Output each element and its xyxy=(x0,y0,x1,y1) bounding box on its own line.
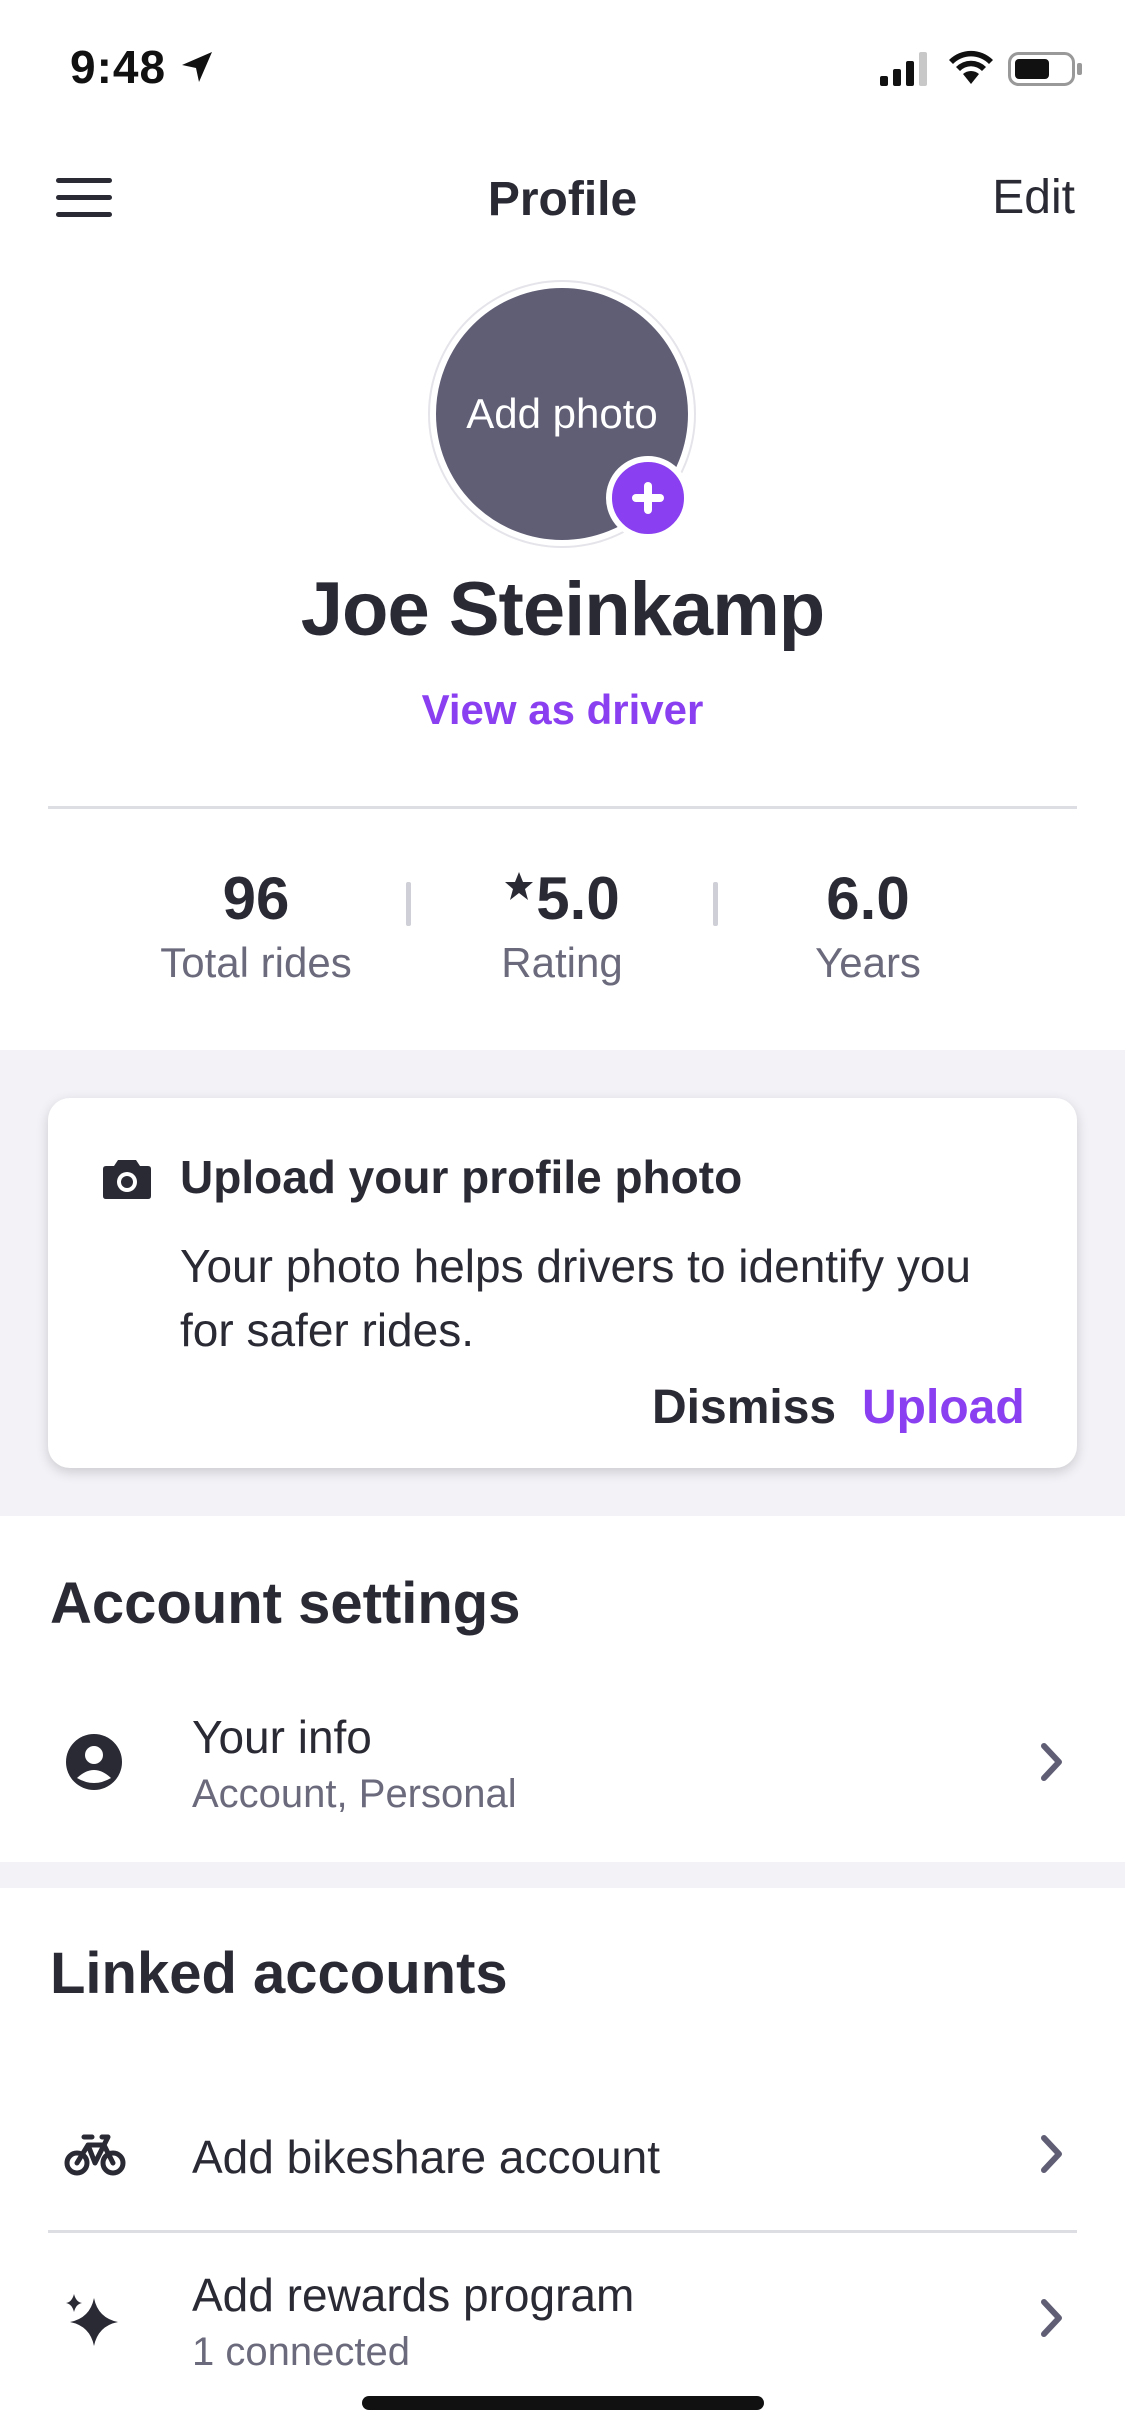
chevron-right-icon xyxy=(1041,1743,1062,1781)
view-as-driver-link[interactable]: View as driver xyxy=(0,686,1125,734)
row-title: Add rewards program xyxy=(192,2269,635,2321)
dismiss-button[interactable]: Dismiss xyxy=(652,1380,836,1435)
rating-value: 5.0 xyxy=(536,865,620,932)
stat-years: 6.0 Years xyxy=(708,864,1028,987)
chevron-right-icon xyxy=(1041,2135,1062,2173)
user-name: Joe Steinkamp xyxy=(300,567,825,652)
upload-button[interactable]: Upload xyxy=(862,1380,1025,1435)
add-photo-plus-button[interactable] xyxy=(606,456,690,540)
location-arrow-icon xyxy=(182,52,212,82)
stat-value: 6.0 xyxy=(826,865,910,932)
plus-icon xyxy=(632,482,664,514)
section-title-linked-accounts: Linked accounts xyxy=(50,1941,508,2006)
upload-photo-card: Upload your profile photo Your photo hel… xyxy=(48,1098,1077,1468)
chevron-right-icon xyxy=(1041,2299,1062,2337)
star-icon xyxy=(505,872,534,900)
stat-total-rides: 96 Total rides xyxy=(96,864,416,987)
edit-button[interactable]: Edit xyxy=(992,170,1075,225)
cellular-signal-icon xyxy=(880,52,927,86)
section-separator xyxy=(0,1862,1125,1888)
stat-rating: 5.0 Rating xyxy=(402,864,722,987)
nav-bar: Profile Edit xyxy=(0,150,1125,250)
sparkle-icon xyxy=(66,2294,118,2346)
status-time: 9:48 xyxy=(70,41,167,93)
list-item-rewards[interactable]: Add rewards program 1 connected xyxy=(0,2240,1125,2390)
battery-icon xyxy=(1008,52,1082,86)
row-title: Your info xyxy=(192,1711,372,1763)
row-subtitle: Account, Personal xyxy=(192,1772,517,1816)
user-circle-icon xyxy=(66,1734,122,1790)
stat-value-row: 5.0 xyxy=(402,864,722,933)
wifi-icon xyxy=(949,50,993,84)
row-subtitle: 1 connected xyxy=(192,2330,410,2374)
stat-label: Total rides xyxy=(160,939,352,986)
row-title: Add bikeshare account xyxy=(192,2131,660,2183)
stat-label: Rating xyxy=(501,939,623,986)
card-title: Upload your profile photo xyxy=(180,1151,743,1203)
stat-label: Years xyxy=(815,939,921,986)
list-item-your-info[interactable]: Your info Account, Personal xyxy=(0,1690,1125,1840)
camera-icon xyxy=(103,1160,151,1199)
card-body: Your photo helps drivers to identify you… xyxy=(180,1240,972,1356)
page-title: Profile xyxy=(487,173,638,226)
home-indicator[interactable] xyxy=(362,2396,764,2410)
bicycle-icon xyxy=(64,2134,126,2176)
section-title-account-settings: Account settings xyxy=(50,1571,521,1636)
status-bar: 9:48 xyxy=(0,0,1125,132)
divider xyxy=(48,806,1077,809)
add-photo-label: Add photo xyxy=(466,390,658,437)
stat-value: 96 xyxy=(222,865,290,932)
divider xyxy=(48,2230,1077,2233)
list-item-bikeshare[interactable]: Add bikeshare account xyxy=(0,2080,1125,2230)
